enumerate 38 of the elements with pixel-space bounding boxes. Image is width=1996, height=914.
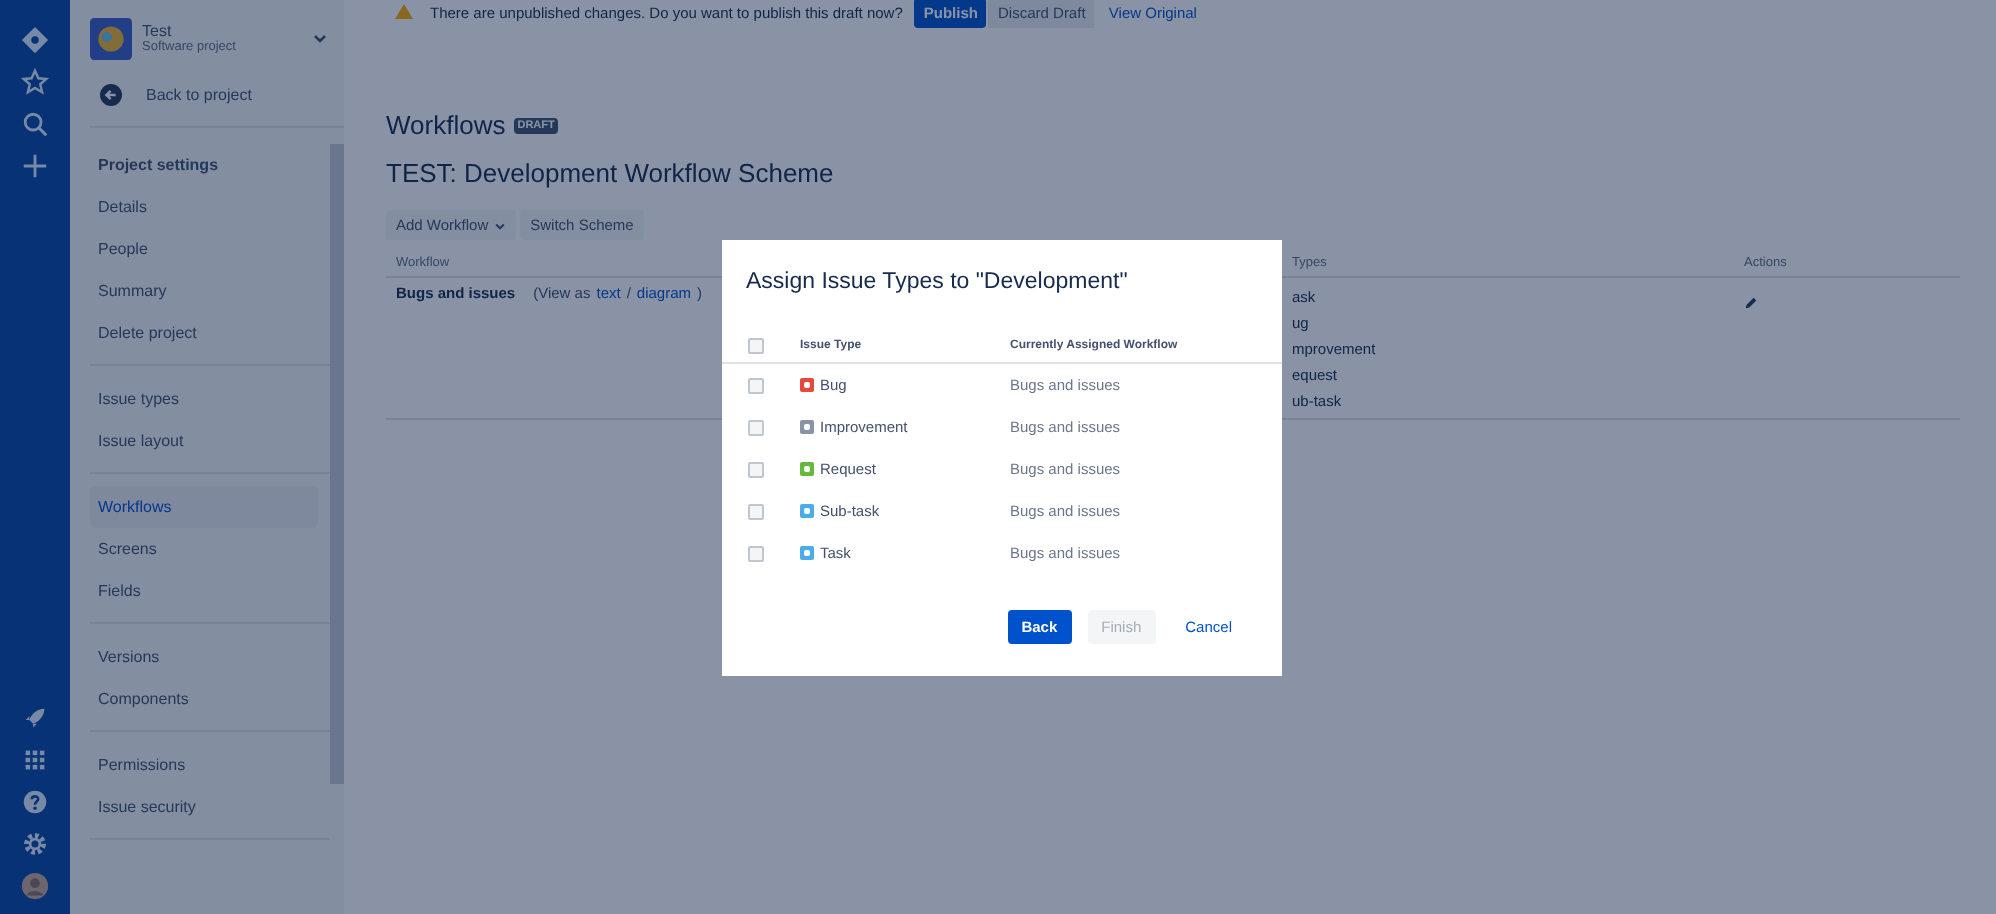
caret-icon — [494, 219, 507, 231]
back-arrow-icon[interactable] — [100, 84, 122, 106]
page-title: Workflows — [386, 110, 506, 140]
back-to-project-link[interactable]: Back to project — [146, 86, 252, 104]
sidebar-item[interactable]: Versions — [90, 636, 318, 678]
dialog-title: Assign Issue Types to "Development" — [746, 270, 1130, 294]
section-heading: Project settings — [96, 154, 221, 178]
select-all-checkbox[interactable] — [748, 337, 764, 353]
star-icon[interactable] — [20, 66, 50, 98]
row-checkbox[interactable] — [748, 377, 764, 393]
row-checkbox[interactable] — [748, 503, 764, 519]
plus-icon[interactable] — [20, 150, 50, 182]
row-checkbox[interactable] — [748, 419, 764, 435]
diamond-logo-icon[interactable] — [20, 24, 50, 56]
project-avatar-icon — [90, 17, 132, 59]
warning-icon — [394, 3, 414, 21]
sidebar-item[interactable]: Screens — [90, 528, 318, 570]
chevron-down-icon[interactable] — [312, 30, 328, 46]
row-checkbox[interactable] — [748, 545, 764, 561]
sidebar-item[interactable]: Delete project — [90, 312, 318, 354]
sidebar-item[interactable]: Issue security — [90, 786, 318, 828]
settings-icon[interactable] — [20, 828, 50, 860]
sidebar-item[interactable]: Fields — [90, 570, 318, 612]
sidebar-item[interactable]: People — [90, 228, 318, 270]
sidebar-item[interactable]: Issue layout — [90, 420, 318, 462]
sidebar-item[interactable]: Summary — [90, 270, 318, 312]
sidebar-item[interactable]: Details — [90, 186, 318, 228]
scheme-title: TEST: Development Workflow Scheme — [386, 158, 836, 188]
sidebar-item[interactable]: Permissions — [90, 744, 318, 786]
project-name: Test — [142, 22, 174, 40]
search-icon[interactable] — [20, 108, 50, 140]
avatar-icon[interactable] — [20, 870, 50, 902]
sidebar-item[interactable]: Issue types — [90, 378, 318, 420]
pencil-icon[interactable] — [1744, 296, 1758, 310]
sidebar-item[interactable]: Components — [90, 678, 318, 720]
row-checkbox[interactable] — [748, 461, 764, 477]
help-icon[interactable] — [20, 786, 50, 818]
sidebar-item[interactable]: Workflows — [90, 486, 318, 528]
